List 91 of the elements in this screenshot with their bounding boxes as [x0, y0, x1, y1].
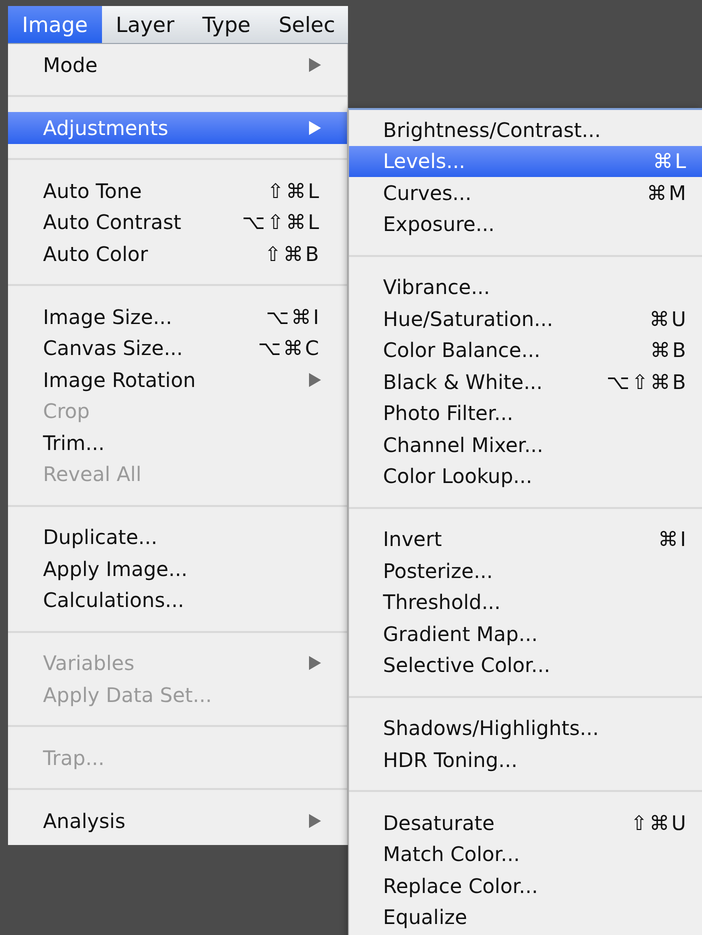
menu-item-label: Trim...	[43, 430, 106, 455]
menu-item-label: Gradient Map...	[383, 622, 539, 646]
menu-item-label: Black & White...	[383, 370, 544, 394]
menu-item[interactable]: Calculations...	[8, 584, 347, 616]
menu-item[interactable]: Color Balance... ⌘B	[349, 334, 702, 366]
menu-item-label: Analysis	[43, 808, 126, 833]
menu-item[interactable]: Trim...	[8, 427, 347, 458]
keyboard-shortcut: ⇧⌘B	[264, 242, 321, 266]
menu-item-label: Match Color...	[383, 842, 521, 866]
keyboard-shortcut: ⌥⌘C	[258, 336, 321, 360]
menu-item-label: Apply Image...	[43, 556, 189, 581]
menu-item-label: Exposure...	[383, 212, 496, 236]
keyboard-shortcut: ⇧⌘L	[267, 178, 321, 203]
menu-item[interactable]: Color Lookup...	[349, 460, 702, 492]
menu-item-label: Equalize	[383, 905, 468, 930]
keyboard-shortcut: ⌘I	[658, 527, 688, 552]
menu-item[interactable]: Channel Mixer...	[349, 429, 702, 460]
menu-item-label: HDR Toning...	[383, 748, 518, 772]
menu-item-label: Variables	[43, 651, 136, 676]
menu-item[interactable]: Exposure...	[349, 208, 702, 240]
menu-item[interactable]: Analysis	[8, 805, 347, 836]
menu-item-label: Posterize...	[383, 558, 494, 583]
keyboard-shortcut: ⌘M	[646, 180, 688, 205]
menu-item-label: Selective Color...	[383, 653, 552, 678]
menu-item-label: Duplicate...	[43, 525, 158, 550]
menu-item[interactable]: Duplicate...	[8, 522, 347, 553]
menu-item-label: Auto Color	[43, 242, 150, 266]
menu-item[interactable]: Brightness/Contrast...	[349, 114, 702, 146]
menu-item[interactable]: HDR Toning...	[349, 744, 702, 776]
menu-item-label: Desaturate	[383, 810, 496, 835]
menu-item[interactable]: Auto Color ⇧⌘B	[8, 238, 347, 270]
menu-item-label: Threshold...	[383, 590, 502, 614]
menu-item[interactable]: Match Color...	[349, 838, 702, 870]
menu-item[interactable]: Apply Image...	[8, 553, 347, 584]
menu-item[interactable]: Replace Color...	[349, 870, 702, 902]
menu-item[interactable]: Auto Tone ⇧⌘L	[8, 175, 347, 206]
menu-item-label: Calculations...	[43, 588, 186, 612]
menu-item-label: Brightness/Contrast...	[383, 118, 602, 142]
menu-item-label: Reveal All	[43, 462, 142, 486]
menu-item[interactable]: Hue/Saturation... ⌘U	[349, 303, 702, 334]
menu-item-label: Invert	[383, 527, 443, 552]
menu-item[interactable]: Image Rotation	[8, 364, 347, 396]
menu-item-label: Channel Mixer...	[383, 432, 544, 457]
menu-item-label: Canvas Size...	[43, 336, 184, 360]
menu-item[interactable]: Auto Contrast ⌥⇧⌘L	[8, 206, 347, 238]
menu-item[interactable]: Equalize	[349, 902, 702, 933]
menu-item-label: Levels...	[383, 149, 466, 174]
keyboard-shortcut: ⌘B	[650, 338, 688, 362]
menu-item-label: Image Size...	[43, 304, 174, 329]
menu-item[interactable]: Levels... ⌘L	[349, 146, 702, 177]
keyboard-shortcut: ⌥⌘I	[266, 304, 321, 329]
menu-item[interactable]: Threshold...	[349, 586, 702, 618]
menu-item[interactable]: Desaturate ⇧⌘U	[349, 807, 702, 838]
menu-item-label: Crop	[43, 399, 91, 424]
menu-item-label: Hue/Saturation...	[383, 306, 554, 331]
menu-item[interactable]: Selective Color...	[349, 650, 702, 681]
menu-bar-item[interactable]: Image	[8, 6, 102, 43]
menu-bar-item[interactable]: Selec	[264, 6, 348, 43]
menu-item[interactable]: Photo Filter...	[349, 398, 702, 429]
menu-item[interactable]: Image Size... ⌥⌘I	[8, 301, 347, 332]
menu-item[interactable]: Curves... ⌘M	[349, 177, 702, 208]
keyboard-shortcut: ⌥⇧⌘B	[606, 370, 688, 394]
keyboard-shortcut: ⌘U	[649, 306, 688, 331]
menu-item-label: Auto Contrast	[43, 210, 182, 234]
menu-item-label: Curves...	[383, 180, 472, 205]
menu-item[interactable]: Mode	[8, 49, 347, 80]
menu-item-label: Image Rotation	[43, 368, 197, 392]
menu-item-label: Vibrance...	[383, 275, 492, 300]
menu-item[interactable]: Invert ⌘I	[349, 524, 702, 555]
menu-item-label: Apply Data Set...	[43, 682, 213, 707]
keyboard-shortcut: ⇧⌘U	[630, 810, 688, 835]
menu-item-label: Trap...	[43, 746, 106, 770]
menu-item[interactable]: Gradient Map...	[349, 618, 702, 650]
menu-item-label: Adjustments	[43, 116, 170, 140]
menu-item[interactable]: Shadows/Highlights...	[349, 712, 702, 744]
menu-item-label: Auto Tone	[43, 178, 143, 203]
menu-item[interactable]: Black & White... ⌥⇧⌘B	[349, 366, 702, 398]
menu-item[interactable]: Vibrance...	[349, 272, 702, 303]
menu-item-label: Color Lookup...	[383, 464, 534, 488]
menu-item-label: Photo Filter...	[383, 401, 514, 426]
menu-item-label: Color Balance...	[383, 338, 542, 362]
menu-item-label: Shadows/Highlights...	[383, 716, 600, 740]
menu-item-label: Mode	[43, 52, 98, 77]
keyboard-shortcut: ⌥⇧⌘L	[242, 210, 321, 234]
menu-item[interactable]: Canvas Size... ⌥⌘C	[8, 332, 347, 364]
menu-item[interactable]: Adjustments	[8, 112, 347, 144]
menu-bar-item[interactable]: Type	[188, 6, 265, 43]
menu-item-label: Replace Color...	[383, 874, 539, 898]
menu-bar-item[interactable]: Layer	[102, 6, 188, 43]
keyboard-shortcut: ⌘L	[652, 149, 688, 174]
menu-item[interactable]: Posterize...	[349, 555, 702, 586]
